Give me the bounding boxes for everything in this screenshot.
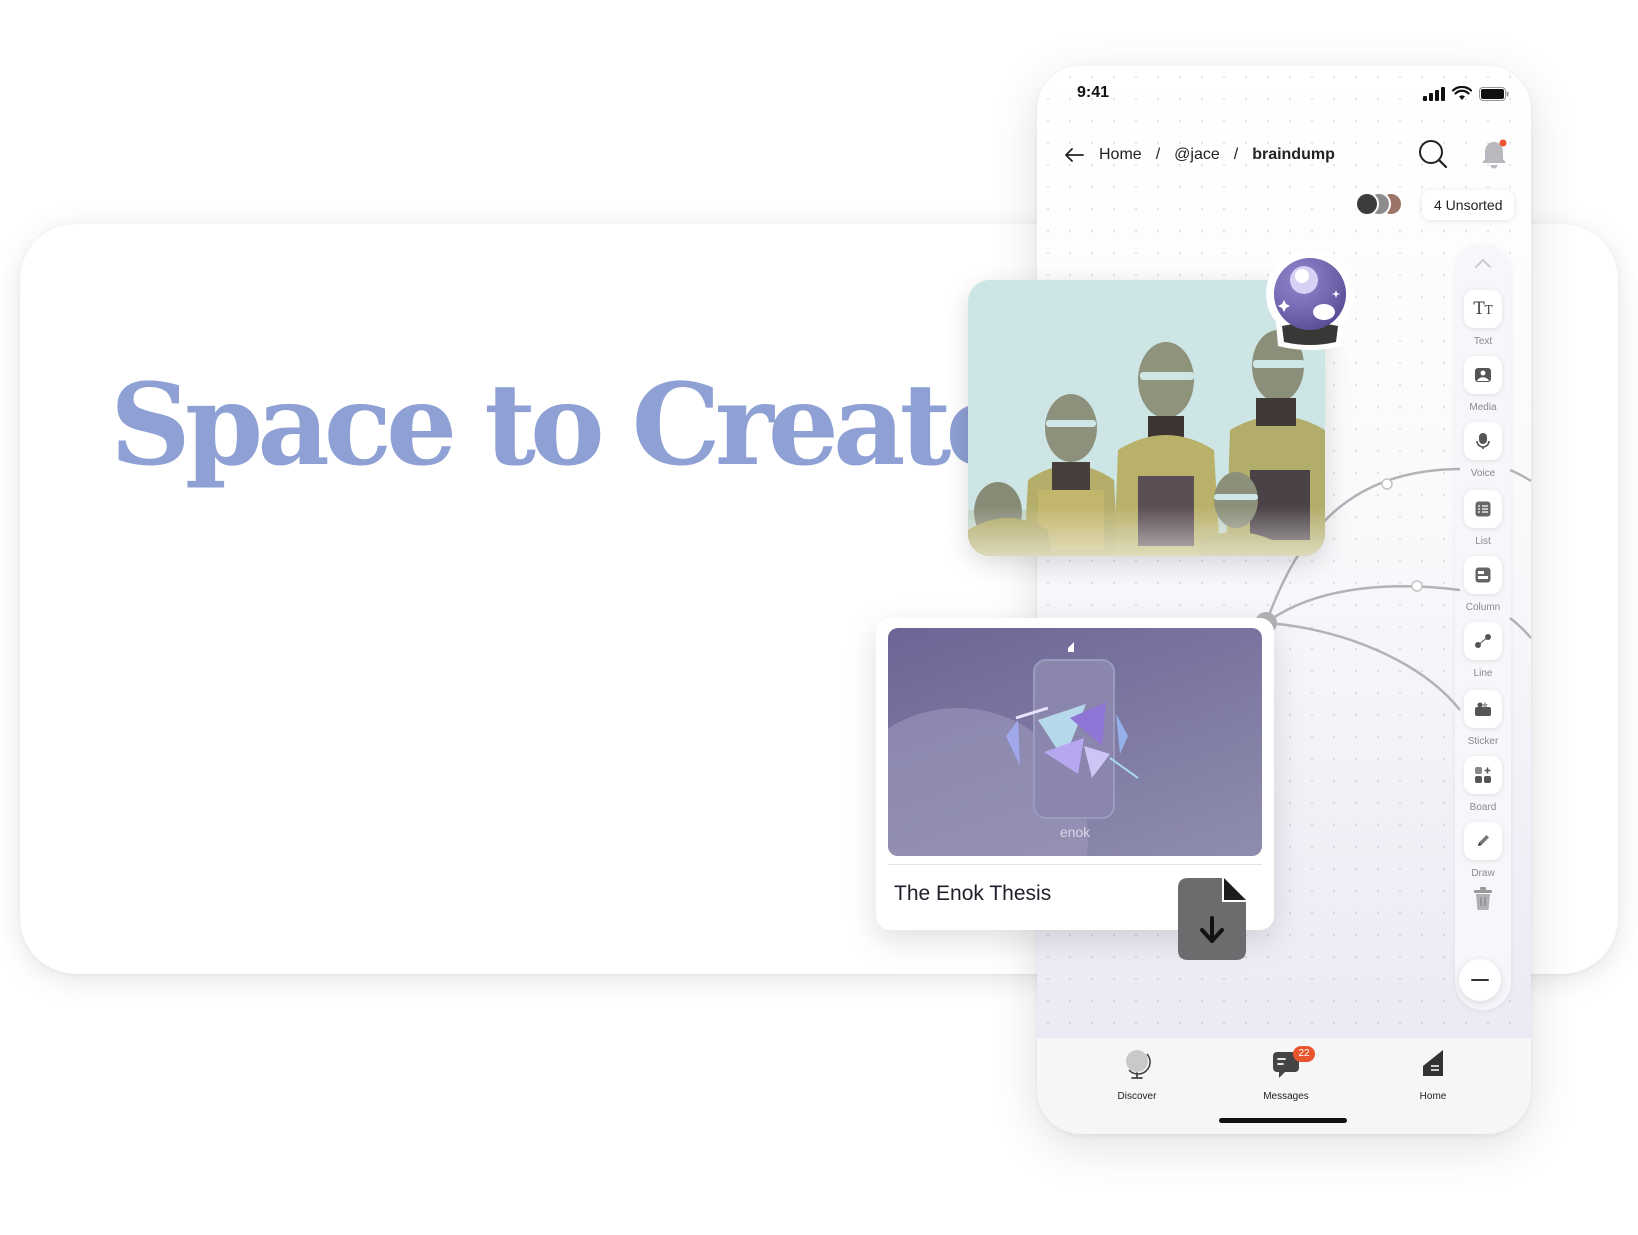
notification-bell-icon[interactable] <box>1479 138 1509 170</box>
tool-label: Line <box>1473 668 1493 679</box>
pencil-icon <box>1478 835 1489 846</box>
text-icon: TT <box>1473 299 1493 319</box>
crystal-ball-sticker[interactable] <box>1262 250 1358 354</box>
collaborator-avatars[interactable] <box>1355 192 1405 218</box>
tool-media[interactable]: Media <box>1455 356 1511 413</box>
tool-label: Media <box>1469 402 1497 413</box>
status-time: 9:41 <box>1077 84 1110 101</box>
back-arrow-icon[interactable] <box>1063 144 1085 166</box>
board-icon <box>1475 767 1491 783</box>
tools-sidebar: TT Text Media Voice List Column Line Sti… <box>1455 244 1511 1010</box>
signal-icon <box>1423 86 1445 101</box>
microphone-icon <box>1476 433 1490 449</box>
checklist-icon <box>1475 501 1491 517</box>
tab-home[interactable]: Home <box>1388 1048 1478 1102</box>
tab-label: Discover <box>1117 1091 1157 1102</box>
tab-label: Messages <box>1263 1091 1309 1102</box>
wifi-icon <box>1452 86 1472 100</box>
doc-brand-text: enok <box>1059 824 1091 840</box>
document-title: The Enok Thesis <box>894 882 1052 905</box>
minus-icon <box>1471 979 1489 981</box>
globe-icon <box>1126 1050 1151 1079</box>
chevron-up-icon[interactable] <box>1473 254 1493 274</box>
tab-messages[interactable]: 22 Messages <box>1241 1046 1331 1102</box>
enok-logo-icon <box>1423 1050 1443 1076</box>
tool-label: Text <box>1473 336 1493 347</box>
tool-label: Sticker <box>1467 736 1499 747</box>
home-indicator <box>1219 1118 1347 1123</box>
phone-mockup: 9:41 Home / @jace / braindump 4 Unsorted… <box>1037 66 1531 1134</box>
breadcrumb-user[interactable]: @jace <box>1174 146 1220 164</box>
enok-preview-graphic <box>888 642 1139 856</box>
tool-column[interactable]: Column <box>1455 556 1511 613</box>
tool-text[interactable]: TT Text <box>1455 290 1511 347</box>
tool-label: Draw <box>1471 868 1495 879</box>
sticker-icon <box>1475 702 1491 716</box>
tool-list[interactable]: List <box>1455 490 1511 547</box>
breadcrumb: Home / @jace / braindump <box>1063 144 1335 166</box>
tool-label: Column <box>1465 602 1501 613</box>
zoom-out-button[interactable] <box>1459 959 1501 1001</box>
line-icon <box>1475 634 1491 648</box>
tab-label: Home <box>1419 1091 1447 1102</box>
hero-title: Space to Create <box>110 360 1017 491</box>
trash-icon[interactable] <box>1472 886 1494 912</box>
column-icon <box>1475 567 1491 583</box>
tool-sticker[interactable]: Sticker <box>1455 690 1511 747</box>
tool-label: List <box>1475 536 1491 547</box>
document-preview-image: enok <box>888 628 1262 856</box>
tool-line[interactable]: Line <box>1455 622 1511 679</box>
breadcrumb-home[interactable]: Home <box>1099 146 1142 164</box>
tool-label: Board <box>1469 802 1497 813</box>
divider <box>888 864 1262 865</box>
status-icons <box>1423 86 1509 101</box>
media-icon <box>1475 368 1491 382</box>
avatar <box>1355 192 1379 216</box>
breadcrumb-separator: / <box>1155 146 1161 163</box>
tool-board[interactable]: Board <box>1455 756 1511 813</box>
tool-label: Voice <box>1470 468 1496 479</box>
breadcrumb-current: braindump <box>1252 146 1335 163</box>
tool-draw[interactable]: Draw <box>1455 822 1511 879</box>
tab-discover[interactable]: Discover <box>1092 1048 1182 1102</box>
file-download-icon[interactable] <box>1178 876 1248 962</box>
search-icon[interactable] <box>1417 138 1449 170</box>
battery-icon <box>1479 86 1509 101</box>
unsorted-chip[interactable]: 4 Unsorted <box>1422 190 1515 220</box>
tool-voice[interactable]: Voice <box>1455 422 1511 479</box>
breadcrumb-separator: / <box>1233 146 1239 163</box>
messages-badge: 22 <box>1293 1046 1315 1062</box>
